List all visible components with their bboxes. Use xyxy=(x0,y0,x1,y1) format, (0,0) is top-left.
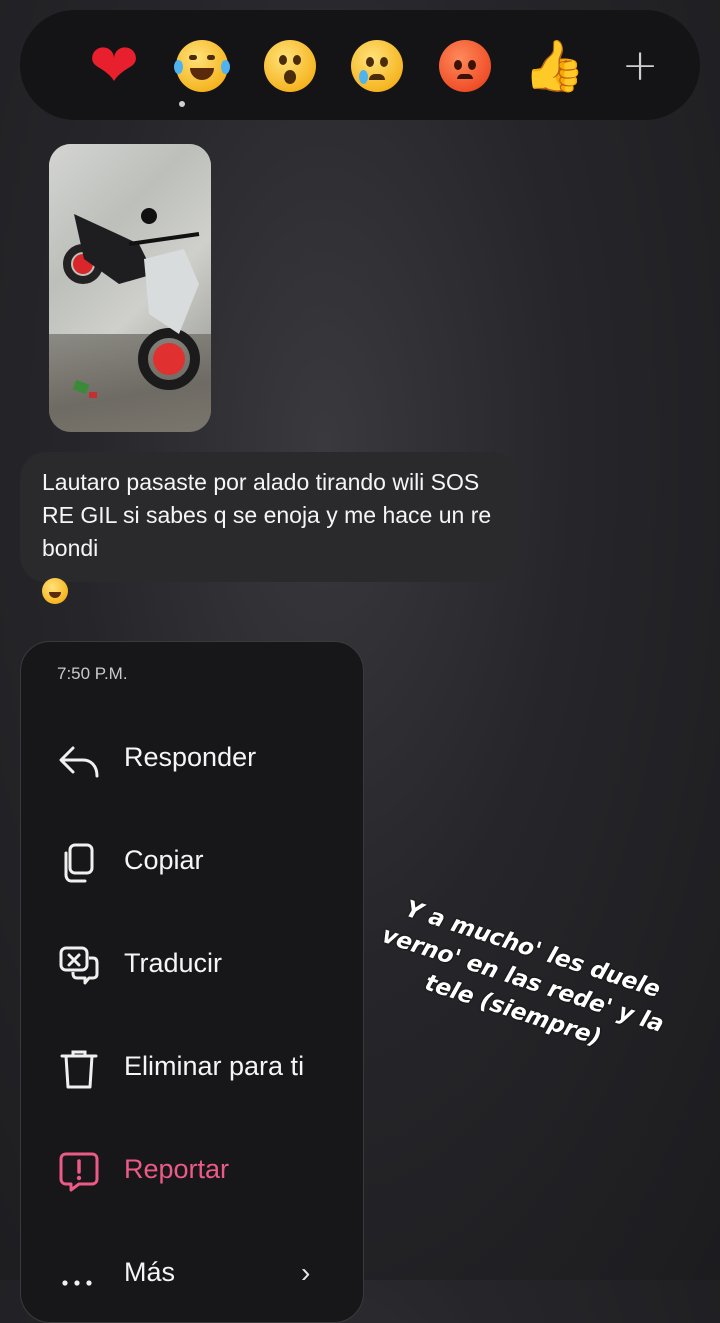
motorcycle-photo[interactable] xyxy=(49,144,211,432)
crying-reaction[interactable] xyxy=(347,36,407,96)
thumbs-up-reaction[interactable]: 👍 xyxy=(523,36,585,96)
copy-icon xyxy=(64,843,94,883)
chevron-right-icon: › xyxy=(301,1257,311,1288)
tears-of-joy-reaction[interactable] xyxy=(172,36,232,96)
add-reaction-icon[interactable]: + xyxy=(610,36,670,96)
trash-icon xyxy=(60,1050,98,1089)
menu-label-copy: Copiar xyxy=(124,845,204,875)
angry-icon xyxy=(439,40,491,92)
crying-icon xyxy=(351,40,403,92)
menu-label-reply: Responder xyxy=(124,742,257,772)
story-overlay-text: Y a mucho' les duele verno' en las rede'… xyxy=(378,896,667,1052)
menu-item-delete[interactable]: Eliminar para ti xyxy=(21,1037,363,1097)
translate-icon xyxy=(59,946,99,985)
reaction-bar: ❤ 👍 + xyxy=(20,10,700,120)
menu-item-report[interactable]: Reportar xyxy=(21,1140,363,1200)
motorcycle-illustration xyxy=(63,208,200,398)
menu-label-more: Más xyxy=(124,1257,176,1287)
message-time: 7:50 P.M. xyxy=(57,664,128,683)
menu-item-copy[interactable]: Copiar xyxy=(21,831,363,891)
message-context-menu: 7:50 P.M. Responder Copiar Traducir Elim… xyxy=(20,641,364,1323)
heart-reaction[interactable]: ❤ xyxy=(84,36,144,96)
menu-item-reply[interactable]: Responder xyxy=(21,728,363,788)
menu-label-delete: Eliminar para ti xyxy=(124,1051,305,1081)
report-icon xyxy=(59,1152,99,1192)
menu-item-translate[interactable]: Traducir xyxy=(21,934,363,994)
menu-item-more[interactable]: Más › xyxy=(21,1243,363,1303)
surprised-reaction[interactable] xyxy=(260,36,320,96)
angry-reaction[interactable] xyxy=(435,36,495,96)
surprised-icon xyxy=(264,40,316,92)
message-reaction-emoji[interactable] xyxy=(42,578,70,606)
menu-label-report: Reportar xyxy=(124,1154,230,1184)
selected-reaction-indicator xyxy=(179,101,185,107)
more-icon xyxy=(62,1280,92,1286)
tears-of-joy-icon xyxy=(42,578,68,604)
reply-icon xyxy=(59,746,99,778)
tears-of-joy-icon xyxy=(174,40,230,92)
menu-label-translate: Traducir xyxy=(124,948,223,978)
message-text: Lautaro pasaste por alado tirando wili S… xyxy=(42,469,492,561)
